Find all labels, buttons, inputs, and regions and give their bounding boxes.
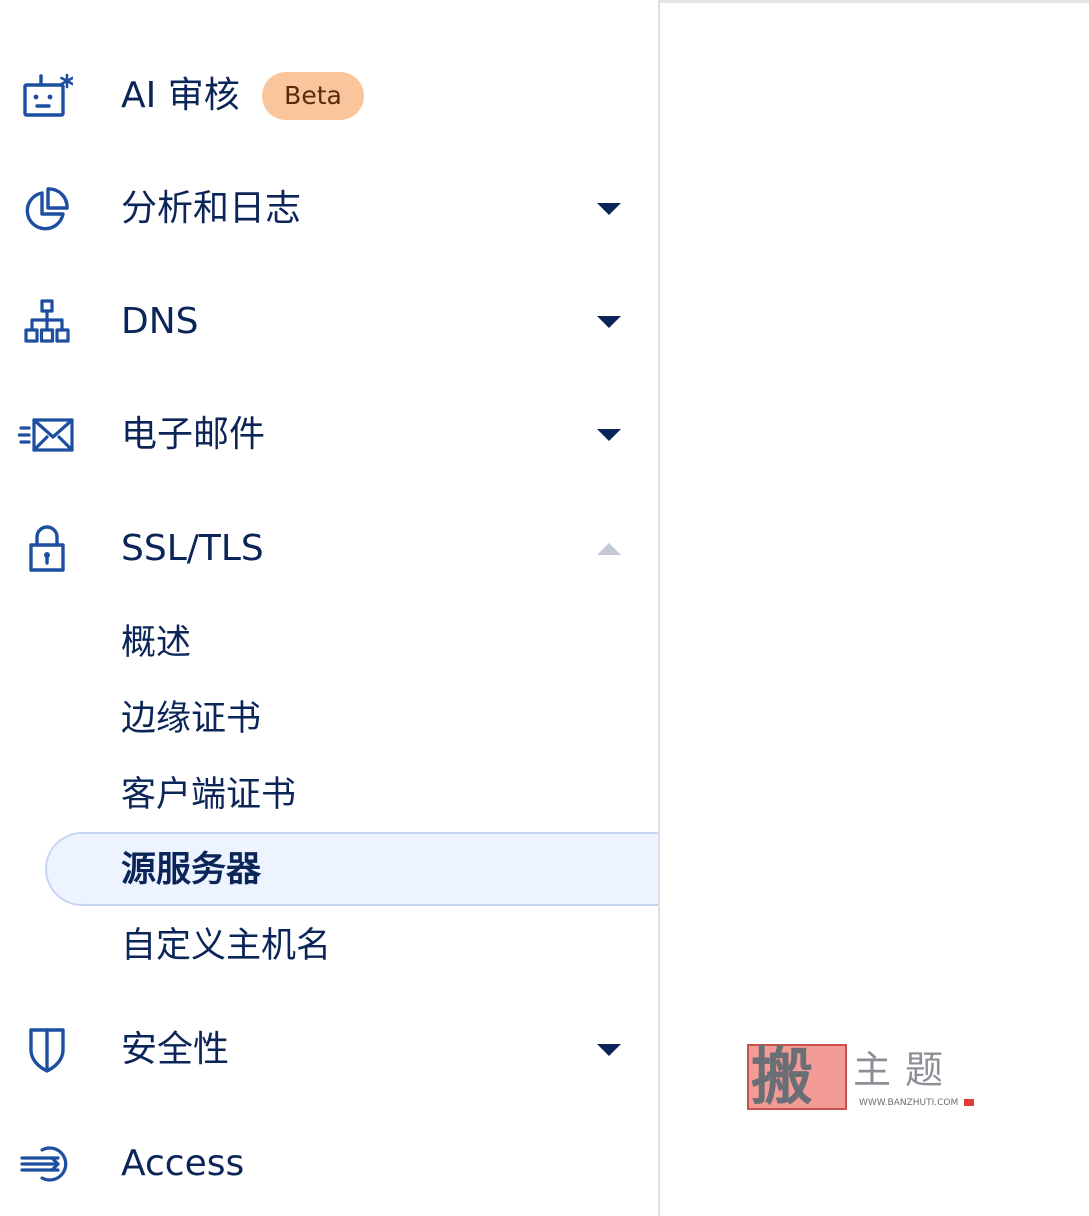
ai-robot-icon bbox=[18, 67, 76, 125]
sub-item-origin-server[interactable]: 源服务器 bbox=[121, 842, 261, 898]
sidebar-item-security[interactable]: 安全性 bbox=[0, 1020, 658, 1080]
watermark-logo-char: 搬 bbox=[751, 1040, 814, 1113]
chevron-down-icon[interactable] bbox=[596, 1043, 622, 1057]
sub-item-custom-hostnames[interactable]: 自定义主机名 bbox=[121, 918, 331, 974]
beta-badge: Beta bbox=[262, 72, 364, 120]
sidebar-item-label: 安全性 bbox=[121, 1029, 230, 1070]
pie-chart-icon bbox=[18, 180, 76, 238]
sub-item-overview[interactable]: 概述 bbox=[121, 615, 191, 671]
watermark-title: 主题 bbox=[853, 1048, 958, 1092]
chevron-down-icon[interactable] bbox=[596, 315, 622, 329]
sidebar-nav: AI 审核 Beta 分析和日志 DNS 电子邮件 SSL/TLS 概述 边缘证… bbox=[0, 0, 660, 1216]
shield-icon bbox=[18, 1021, 76, 1079]
sidebar-item-label: DNS bbox=[121, 301, 199, 342]
access-sign-in-icon bbox=[18, 1135, 76, 1193]
sidebar-item-label: 电子邮件 bbox=[121, 414, 266, 455]
sub-item-client-certificates[interactable]: 客户端证书 bbox=[121, 767, 296, 823]
watermark-logo: 搬 主题 WWW.BANZHUTI.COM bbox=[745, 1042, 980, 1112]
chevron-down-icon[interactable] bbox=[596, 202, 622, 216]
sidebar-item-access[interactable]: Access bbox=[0, 1134, 658, 1194]
watermark-dot bbox=[964, 1099, 974, 1106]
watermark-url: WWW.BANZHUTI.COM bbox=[859, 1098, 959, 1108]
sidebar-item-dns[interactable]: DNS bbox=[0, 292, 658, 352]
sidebar-item-email[interactable]: 电子邮件 bbox=[0, 405, 658, 465]
sidebar-item-label: 分析和日志 bbox=[121, 188, 302, 229]
sidebar-item-label: Access bbox=[121, 1143, 245, 1184]
network-hierarchy-icon bbox=[18, 293, 76, 351]
email-icon bbox=[18, 406, 76, 464]
chevron-up-icon[interactable] bbox=[596, 542, 622, 556]
sidebar-item-analytics-logs[interactable]: 分析和日志 bbox=[0, 179, 658, 239]
sub-item-edge-certificates[interactable]: 边缘证书 bbox=[121, 691, 261, 747]
chevron-down-icon[interactable] bbox=[596, 428, 622, 442]
sidebar-item-label: AI 审核 bbox=[121, 75, 240, 116]
sidebar-item-label: SSL/TLS bbox=[121, 528, 264, 569]
lock-icon bbox=[18, 520, 76, 578]
sidebar-item-ssl-tls[interactable]: SSL/TLS bbox=[0, 519, 658, 579]
